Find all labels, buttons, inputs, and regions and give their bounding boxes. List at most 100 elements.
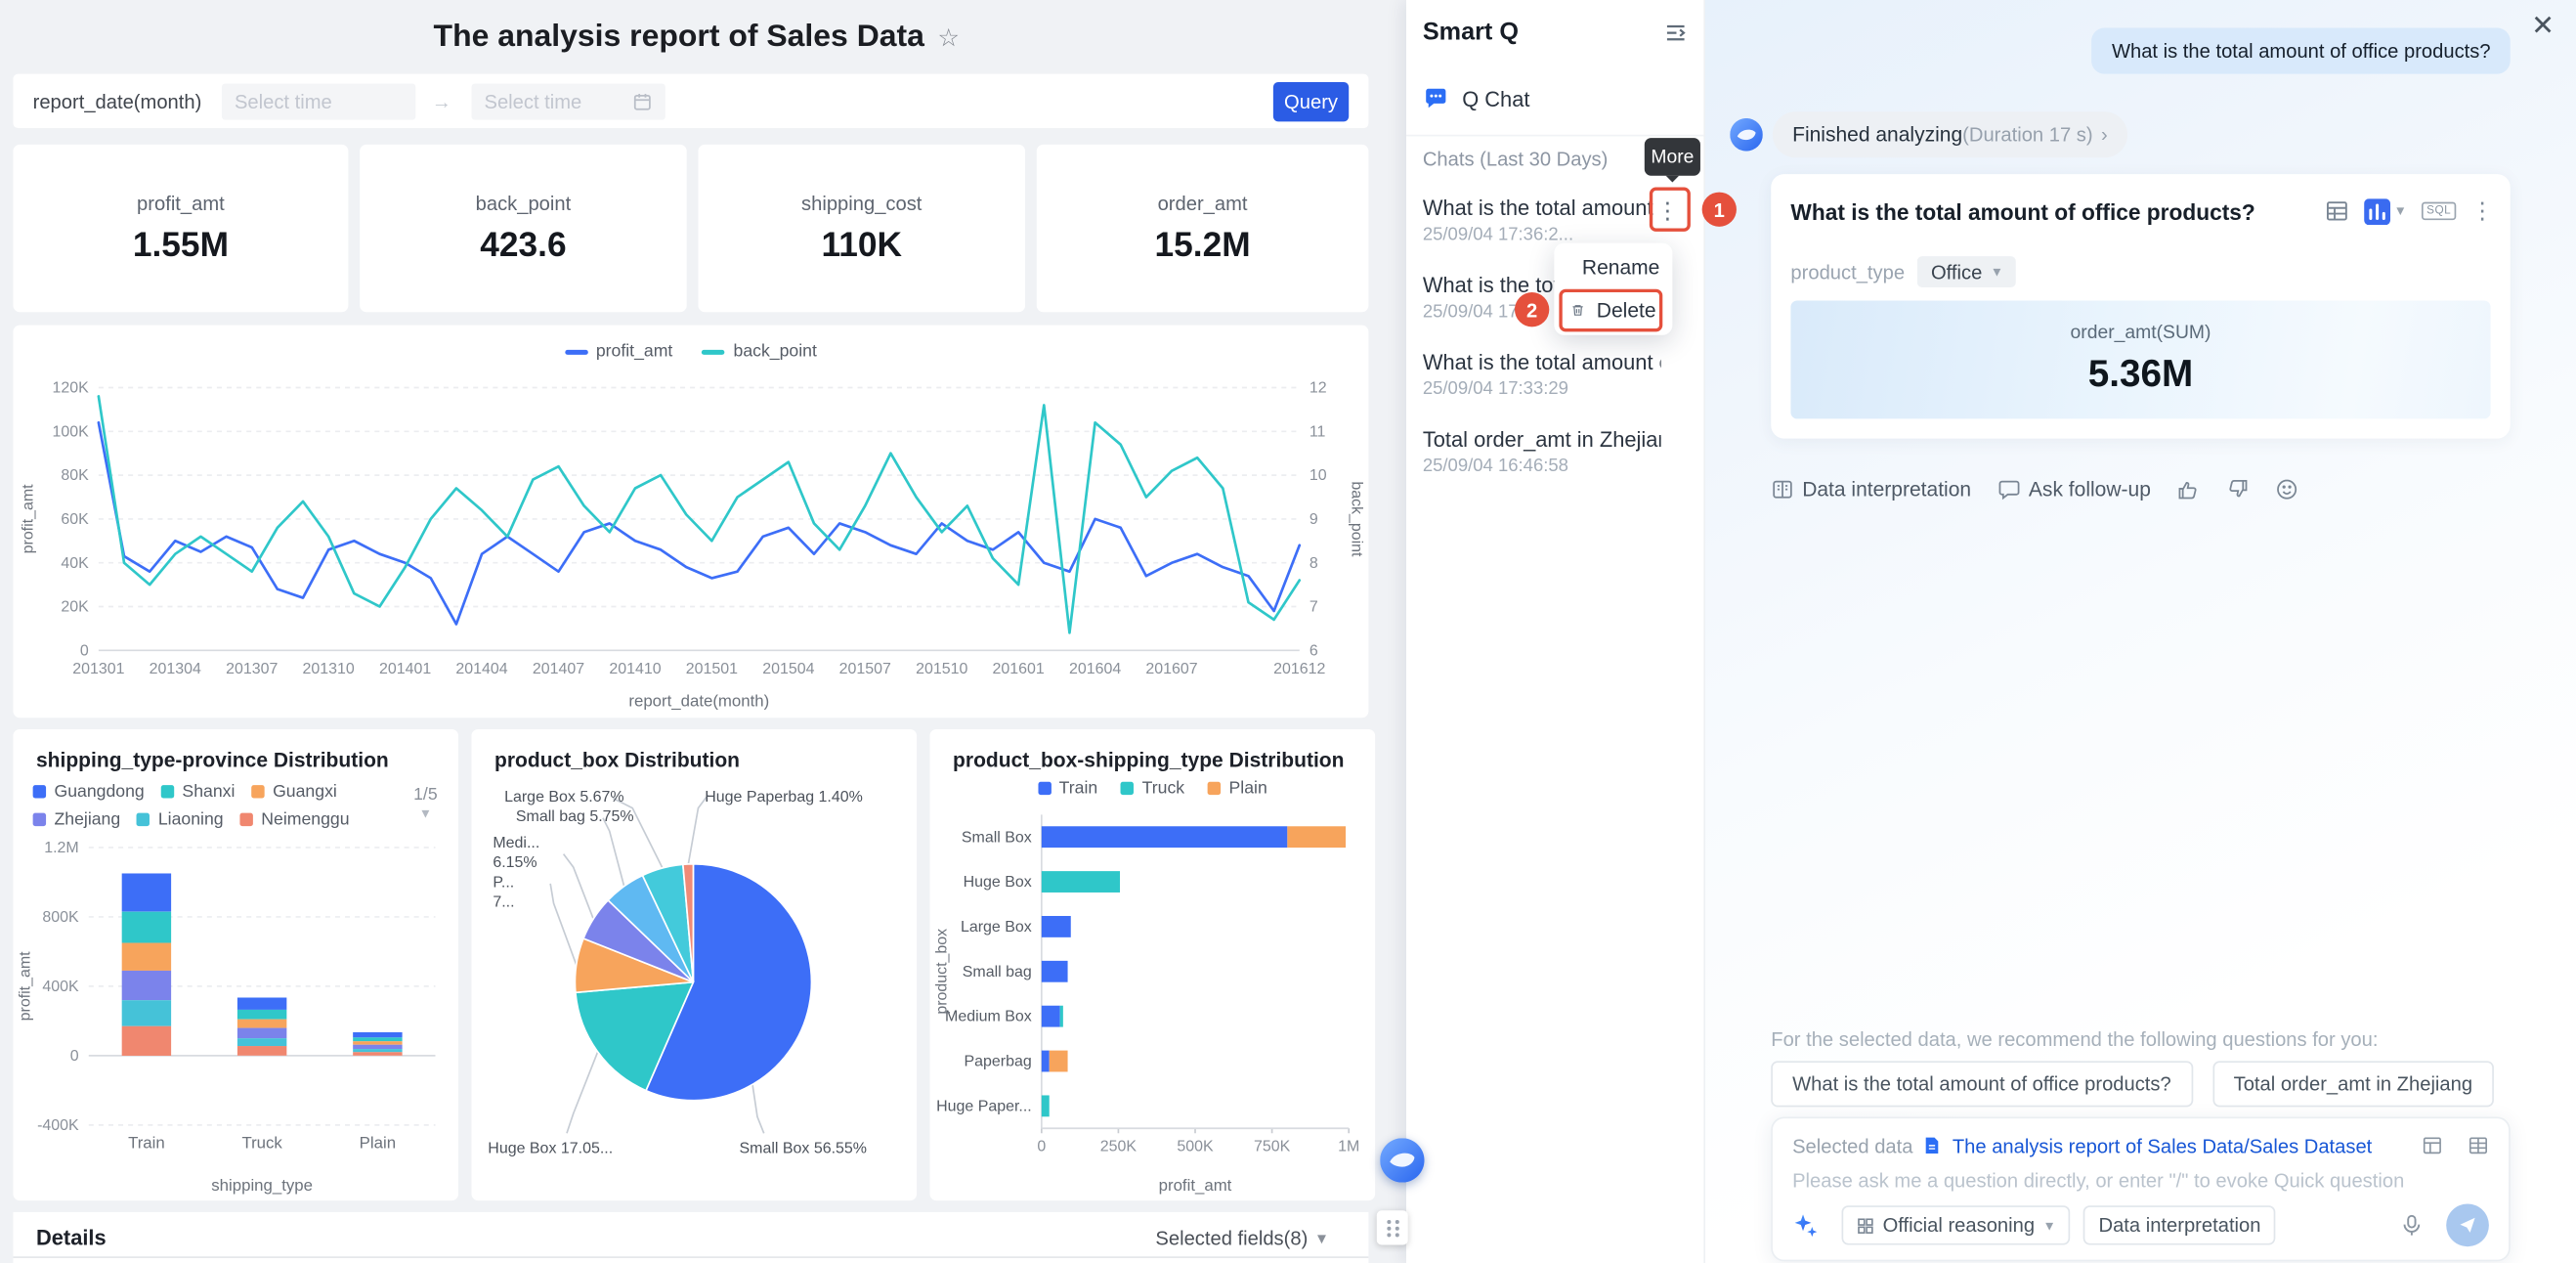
svg-text:shipping_type: shipping_type — [211, 1176, 313, 1195]
stacked-bar-card: shipping_type-province Distribution Guan… — [13, 729, 458, 1200]
answer-question-title: What is the total amount of office produ… — [1790, 200, 2254, 225]
legend-item[interactable]: Shanxi — [161, 782, 236, 802]
selected-fields-label: Selected fields(8) — [1155, 1226, 1308, 1249]
annotation-step-1: 1 — [1702, 193, 1737, 227]
floating-toolbar[interactable] — [1377, 1210, 1408, 1244]
svg-text:80K: 80K — [61, 467, 89, 484]
assistant-float-button[interactable] — [1380, 1138, 1424, 1182]
svg-text:10: 10 — [1309, 467, 1327, 484]
chat-list-item[interactable]: What is the total amount of offi 25/09/0… — [1406, 350, 1703, 399]
ask-follow-up-button[interactable]: Ask follow-up — [1997, 478, 2151, 501]
end-date-input[interactable]: Select time — [471, 83, 665, 119]
legend-pager[interactable]: 1/5 ▼ — [403, 785, 449, 821]
chat-list-item[interactable]: What is the total amount 25/09/04 17:36:… — [1406, 196, 1703, 244]
ai-magic-icon[interactable] — [1792, 1212, 1819, 1239]
suggestion-row: What is the total amount of office produ… — [1771, 1061, 2494, 1107]
legend-item[interactable]: Train — [1038, 778, 1097, 798]
menu-item-rename[interactable]: Rename — [1554, 246, 1672, 289]
legend-item[interactable]: Truck — [1121, 778, 1184, 798]
legend-item[interactable]: Plain — [1208, 778, 1267, 798]
legend-label: Train — [1059, 778, 1098, 798]
kpi-card-order[interactable]: order_amt 15.2M — [1037, 145, 1369, 312]
legend-marker — [33, 813, 46, 826]
kpi-card-shipping[interactable]: shipping_cost 110K — [698, 145, 1025, 312]
svg-text:8: 8 — [1309, 555, 1318, 572]
app-root: The analysis report of Sales Data ☆ repo… — [0, 0, 2576, 1263]
svg-text:Huge Paper...: Huge Paper... — [936, 1098, 1032, 1114]
recommend-text: For the selected data, we recommend the … — [1771, 1028, 2378, 1052]
question-input-placeholder[interactable]: Please ask me a question directly, or en… — [1792, 1169, 2404, 1193]
svg-text:201504: 201504 — [762, 661, 814, 677]
selected-data-row: Selected data The analysis report of Sal… — [1792, 1132, 2489, 1160]
legend-label: Truck — [1142, 778, 1184, 798]
legend-marker — [1208, 782, 1221, 795]
legend-item[interactable]: Liaoning — [137, 809, 224, 829]
selected-data-link[interactable]: The analysis report of Sales Data/Sales … — [1953, 1134, 2372, 1157]
chevron-down-icon: ▼ — [1314, 1230, 1329, 1246]
chat-list-item[interactable]: Total order_amt in Zhejiang 25/09/04 16:… — [1406, 427, 1703, 476]
question-input-card: Selected data The analysis report of Sal… — [1771, 1116, 2511, 1261]
selected-fields-dropdown[interactable]: Selected fields(8) ▼ — [1155, 1226, 1329, 1249]
pie-chart-card: product_box Distribution Large Box 5.67%… — [471, 729, 917, 1200]
table-view-icon[interactable] — [2325, 198, 2349, 223]
drag-handle-icon — [1384, 1218, 1400, 1238]
svg-text:40K: 40K — [61, 555, 89, 572]
svg-text:report_date(month): report_date(month) — [628, 691, 769, 710]
reasoning-mode-dropdown[interactable]: Official reasoning ▼ — [1842, 1205, 2071, 1244]
dataset-switch-icon[interactable] — [2468, 1135, 2489, 1156]
svg-text:profit_amt: profit_amt — [21, 484, 37, 553]
kpi-card-profit[interactable]: profit_amt 1.55M — [13, 145, 348, 312]
pager-caret-icon[interactable]: ▼ — [403, 806, 449, 821]
svg-text:201607: 201607 — [1145, 661, 1197, 677]
legend-item[interactable]: Guangxi — [251, 782, 337, 802]
query-button[interactable]: Query — [1273, 81, 1349, 120]
report-switch-icon[interactable] — [2422, 1135, 2443, 1156]
kpi-value: 1.55M — [133, 226, 229, 265]
chat-item-date: 25/09/04 17:36:2... — [1423, 225, 1688, 244]
rename-label: Rename — [1582, 256, 1659, 280]
start-date-input[interactable]: Select time — [222, 83, 415, 119]
legend-label: Shanxi — [182, 782, 235, 802]
collapse-sidebar-button[interactable] — [1664, 22, 1688, 45]
more-options-button[interactable]: ⋮ — [1654, 196, 1681, 227]
data-interpretation-button[interactable]: Data interpretation — [1771, 478, 1971, 501]
smiley-icon[interactable] — [2276, 478, 2299, 501]
svg-text:201601: 201601 — [993, 661, 1045, 677]
legend-item[interactable]: Guangdong — [33, 782, 145, 802]
sql-view-button[interactable]: SQL — [2422, 202, 2456, 220]
legend-label: Guangdong — [54, 782, 144, 802]
reasoning-mode-label: Official reasoning — [1883, 1214, 2036, 1238]
send-button[interactable] — [2446, 1204, 2489, 1247]
pager-label: 1/5 — [413, 785, 438, 805]
chat-bubble-icon — [1423, 85, 1449, 111]
legend-item[interactable]: Neimenggu — [239, 809, 349, 829]
close-icon[interactable]: ✕ — [2531, 10, 2555, 43]
legend-item[interactable]: profit_amt — [565, 341, 672, 361]
more-options-icon[interactable]: ⋮ — [2470, 197, 2494, 226]
analysis-status-pill[interactable]: Finished analyzing (Duration 17 s) › — [1773, 111, 2127, 157]
kpi-card-backpoint[interactable]: back_point 423.6 — [360, 145, 687, 312]
legend-item[interactable]: back_point — [703, 341, 817, 361]
svg-text:201410: 201410 — [609, 661, 661, 677]
q-chat-entry[interactable]: Q Chat — [1413, 75, 1697, 121]
svg-text:800K: 800K — [42, 909, 79, 926]
suggestion-chip[interactable]: Total order_amt in Zhejiang — [2212, 1061, 2494, 1107]
svg-text:201501: 201501 — [686, 661, 738, 677]
chart-view-switcher[interactable]: ▼ — [2364, 197, 2407, 224]
filter-value-dropdown[interactable]: Office ▼ — [1918, 256, 2017, 287]
chat-item-title: Total order_amt in Zhejiang — [1423, 427, 1661, 452]
thumbs-up-icon[interactable] — [2177, 478, 2201, 501]
svg-text:120K: 120K — [53, 380, 90, 397]
thumbs-down-icon[interactable] — [2226, 478, 2250, 501]
bar-chart-legend: Guangdong Shanxi Guangxi Zhejiang Liaoning Ne… — [33, 782, 362, 830]
chip-label: Data interpretation — [2098, 1214, 2260, 1238]
menu-item-delete[interactable]: Delete — [1554, 289, 1672, 332]
favorite-star-icon[interactable]: ☆ — [937, 23, 960, 53]
data-interpretation-chip[interactable]: Data interpretation — [2083, 1205, 2275, 1244]
legend-item[interactable]: Zhejiang — [33, 809, 121, 829]
suggestion-chip[interactable]: What is the total amount of office produ… — [1771, 1061, 2192, 1107]
bar-chart-icon — [2364, 197, 2390, 224]
panel-title: Smart Q — [1423, 18, 1519, 46]
hbar-chart: 0250K500K750K1MSmall BoxHuge BoxLarge Bo… — [930, 805, 1376, 1200]
microphone-icon[interactable] — [2400, 1214, 2424, 1238]
